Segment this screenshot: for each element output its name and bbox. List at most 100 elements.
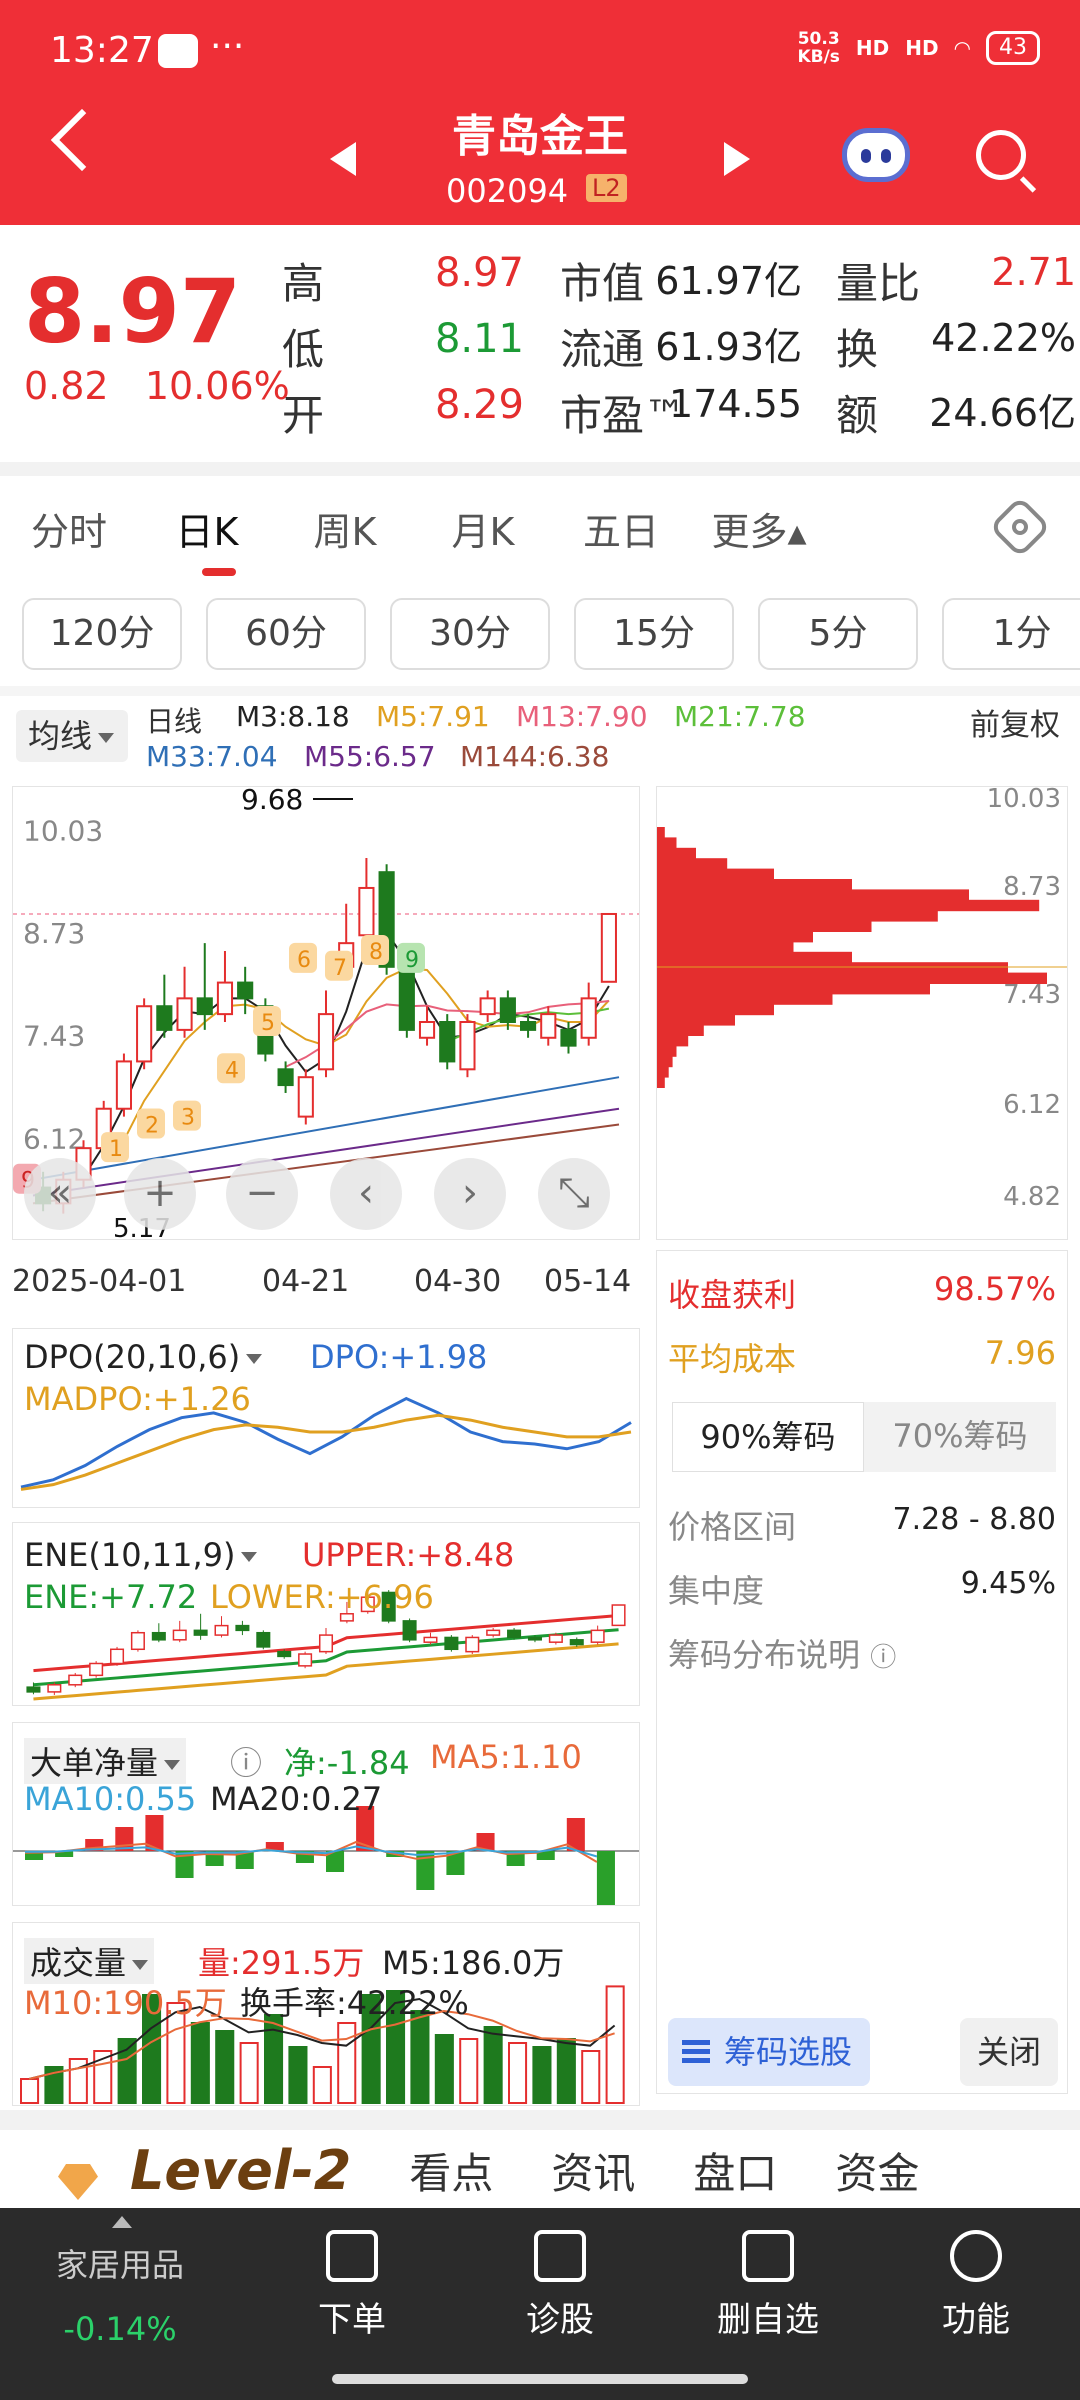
ene-candle (214, 1624, 229, 1636)
quote-label: 低 (282, 325, 325, 374)
robot-assistant-icon[interactable] (842, 128, 910, 182)
chart-control-button[interactable]: › (434, 1158, 506, 1230)
nav-order[interactable]: 下单 (272, 2230, 432, 2341)
next-stock-icon[interactable] (724, 142, 750, 176)
quote-value: 8.29 (434, 382, 524, 428)
tab-kandian[interactable]: 看点 (409, 2140, 493, 2201)
candle-body (297, 1076, 314, 1118)
tab-5[interactable]: 更多▴ (690, 501, 828, 556)
period-button[interactable]: 60分 (206, 598, 366, 670)
quote-label: 换 (836, 325, 879, 374)
period-buttons: 120分 60分 30分 15分 5分 1分 (22, 598, 1080, 670)
period-button[interactable]: 15分 (574, 598, 734, 670)
volume-bar (556, 2038, 576, 2104)
volume-bar (483, 2026, 503, 2104)
chart-control-button[interactable]: ‹ (330, 1158, 402, 1230)
tab-3[interactable]: 月K (414, 501, 552, 556)
signal-badge-text: 4 (225, 1058, 239, 1083)
big-order-selector[interactable]: 大单净量 (24, 1738, 187, 1784)
dpo-selector[interactable]: DPO(20,10,6) (24, 1338, 263, 1376)
divider (0, 462, 1080, 476)
chip-y-tick: 7.43 (1003, 980, 1061, 1010)
ene-candle (47, 1684, 62, 1693)
chip-90-button[interactable]: 90%筹码 (672, 1402, 864, 1472)
nav-remove-watch[interactable]: 删自选 (688, 2230, 848, 2341)
remove-icon (742, 2230, 794, 2282)
active-tab-underline (202, 568, 236, 576)
volume-bar (337, 2022, 357, 2104)
chip-bar (657, 920, 872, 932)
ma-legend-item: M55:6.57 (304, 740, 436, 773)
quote-label: 高 (282, 259, 325, 308)
big-order-net: 净:-1.84 (284, 1744, 410, 1782)
level2-tab[interactable]: Level-2 (130, 2139, 351, 2202)
chip-70-button[interactable]: 70%筹码 (864, 1402, 1056, 1472)
chart-control-button[interactable]: − (226, 1158, 298, 1230)
range-label: 价格区间 (668, 1508, 797, 1546)
stock-name: 青岛金王 (452, 111, 628, 162)
candle-body (398, 965, 415, 1031)
ma-legend-item: M13:7.90 (516, 700, 648, 733)
volume-bar (410, 2010, 430, 2104)
candle-body (499, 997, 516, 1024)
chart-control-button[interactable]: + (124, 1158, 196, 1230)
search-icon[interactable] (976, 130, 1026, 180)
chip-select-button[interactable]: 筹码选股 (668, 2018, 870, 2086)
home-indicator[interactable] (332, 2374, 748, 2384)
expand-up-icon[interactable] (112, 2216, 132, 2228)
candle-body (519, 1021, 537, 1031)
diagnose-icon (534, 2230, 586, 2282)
quote-value: 61.93亿 (655, 325, 802, 369)
help-icon[interactable]: ⓘ (230, 1738, 262, 1784)
nav-functions[interactable]: 功能 (896, 2230, 1056, 2341)
chart-control-button[interactable]: ⤡ (538, 1158, 610, 1230)
candle-body (418, 1021, 436, 1039)
chip-bar (657, 827, 665, 839)
quote-label: 市值 (560, 259, 645, 308)
x-tick: 04-21 (262, 1264, 350, 1299)
stock-code: 002094 (446, 172, 569, 210)
quote-label: 开 (282, 391, 325, 440)
sector-name[interactable]: 家居用品 (30, 2240, 210, 2286)
candle-body (317, 1013, 335, 1071)
quote-value: 24.66亿 (929, 391, 1076, 435)
candle-body (540, 1013, 557, 1039)
tab-orderbook[interactable]: 盘口 (693, 2140, 777, 2201)
adjust-mode[interactable]: 前复权 (970, 700, 1060, 744)
ma-selector[interactable]: 均线 (16, 710, 128, 762)
chart-control-button[interactable]: « (24, 1158, 96, 1230)
tab-4[interactable]: 五日 (552, 501, 690, 556)
range-value: 7.28 - 8.80 (892, 1502, 1057, 1537)
avg-cost-value: 7.96 (984, 1334, 1056, 1372)
candle-body (156, 1005, 173, 1031)
candle-body (237, 981, 254, 1000)
period-button[interactable]: 120分 (22, 598, 182, 670)
close-button[interactable]: 关闭 (960, 2018, 1058, 2086)
period-button[interactable]: 1分 (942, 598, 1080, 670)
tab-0[interactable]: 分时 (0, 501, 138, 556)
ene-candle (569, 1639, 584, 1646)
nav-diagnose[interactable]: 诊股 (480, 2230, 640, 2341)
net-speed: 50.3 KB/s (797, 29, 840, 67)
big-order-bar (596, 1851, 615, 1907)
wifi-icon: ◠ (954, 36, 970, 60)
ene-selector[interactable]: ENE(10,11,9) (24, 1536, 258, 1574)
signal-badge-text: 7 (333, 956, 347, 981)
signal-icon-2: HD (905, 36, 939, 60)
tab-funds[interactable]: 资金 (835, 2140, 919, 2201)
period-button[interactable]: 5分 (758, 598, 918, 670)
chip-y-tick: 10.03 (987, 787, 1061, 814)
period-button[interactable]: 30分 (390, 598, 550, 670)
ene-candle (507, 1629, 522, 1639)
chip-explain-link[interactable]: 筹码分布说明 ⓘ (668, 1630, 896, 1676)
candle-body (439, 1021, 456, 1063)
tab-1[interactable]: 日K (138, 501, 276, 556)
ene-candle (548, 1634, 563, 1643)
signal-badge-text: 5 (261, 1011, 275, 1036)
ene-candle (89, 1662, 104, 1677)
signal-badge-text: 9 (405, 948, 419, 973)
ene-candle (298, 1653, 313, 1667)
tab-2[interactable]: 周K (276, 501, 414, 556)
chip-bar (657, 941, 794, 953)
tab-news[interactable]: 资讯 (551, 2140, 635, 2201)
